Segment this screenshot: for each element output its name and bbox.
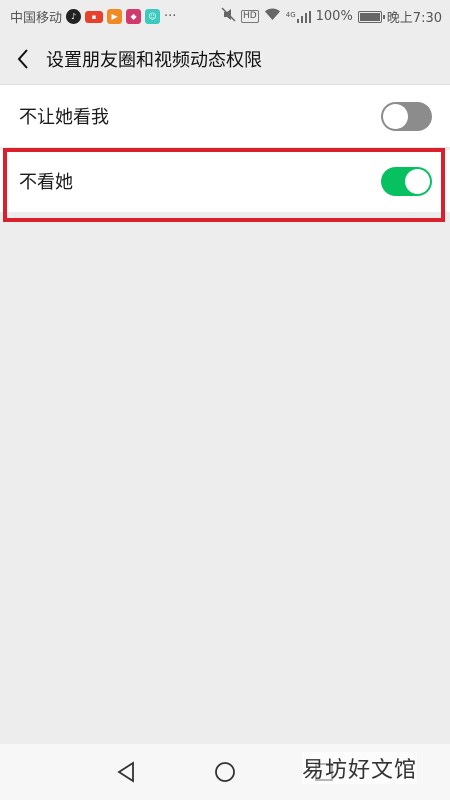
hide-moments-toggle[interactable] bbox=[381, 101, 432, 131]
home-circle-icon[interactable] bbox=[211, 758, 239, 786]
header: 设置朋友圈和视频动态权限 bbox=[0, 33, 450, 85]
toggle-knob bbox=[383, 103, 408, 129]
setting-row-hide-from-her: 不让她看我 bbox=[0, 85, 450, 147]
app-icon: ☺ bbox=[145, 9, 161, 24]
network-type-label: 4G bbox=[285, 10, 296, 19]
status-right: HD 4G 100% 晚上7:30 bbox=[221, 7, 442, 26]
video-app-icon: ▶ bbox=[107, 9, 123, 24]
tiktok-icon: ♪ bbox=[66, 9, 82, 24]
app-badge-icon: ▪ bbox=[85, 10, 104, 23]
setting-label: 不看她 bbox=[19, 172, 73, 193]
more-dots-icon: ··· bbox=[164, 9, 177, 24]
block-her-moments-toggle[interactable] bbox=[381, 166, 432, 196]
page-title: 设置朋友圈和视频动态权限 bbox=[46, 49, 262, 71]
row-divider bbox=[19, 147, 450, 148]
setting-label: 不让她看我 bbox=[19, 107, 109, 128]
status-bar: 中国移动 ♪ ▪ ▶ ◆ ☺ ··· HD 4G 100% 晚上7:30 bbox=[0, 0, 450, 33]
hd-icon: HD bbox=[241, 10, 259, 23]
app-icon: ◆ bbox=[126, 9, 142, 24]
status-left: 中国移动 ♪ ▪ ▶ ◆ ☺ ··· bbox=[10, 7, 176, 26]
carrier-label: 中国移动 bbox=[10, 11, 63, 26]
battery-icon bbox=[357, 10, 385, 23]
watermark-text: 易坊好文馆 bbox=[302, 752, 418, 784]
battery-percent: 100% bbox=[315, 9, 353, 24]
mute-icon bbox=[221, 7, 236, 26]
clock: 晚上7:30 bbox=[386, 11, 442, 26]
toggle-knob bbox=[405, 168, 430, 194]
chevron-left-icon[interactable] bbox=[0, 33, 46, 85]
setting-row-dont-see-her: 不看她 bbox=[0, 150, 450, 212]
wifi-icon bbox=[264, 8, 281, 25]
battery-fill bbox=[359, 12, 380, 21]
signal-icon: 4G bbox=[285, 10, 311, 23]
back-triangle-icon[interactable] bbox=[112, 758, 140, 786]
